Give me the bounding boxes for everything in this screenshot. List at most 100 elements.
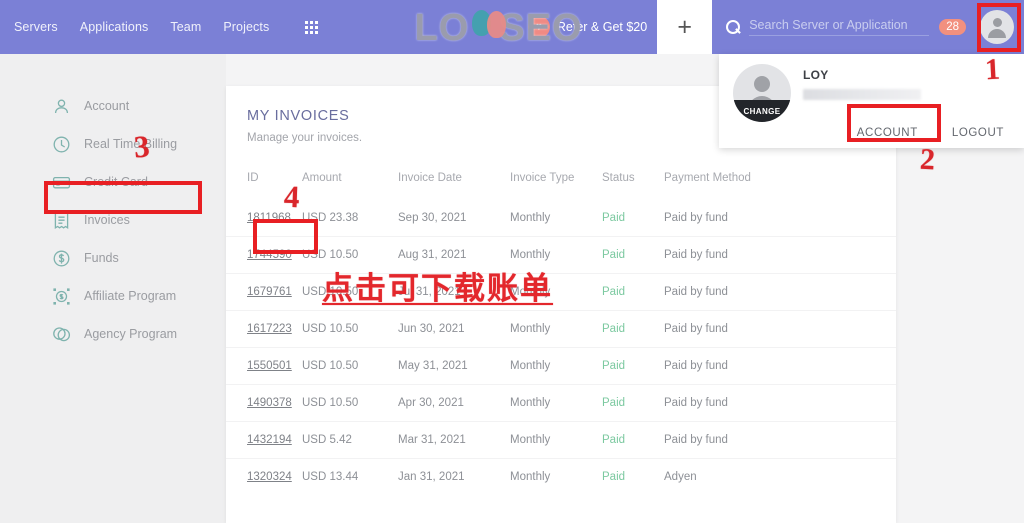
sidebar-item-list: Account Real Time Billing Credit Card In… <box>0 54 226 353</box>
logo-text-left: LO <box>414 6 470 49</box>
nav-item-applications[interactable]: Applications <box>80 20 149 34</box>
sidebar-label-affiliate-program: Affiliate Program <box>84 289 177 303</box>
invoice-payment-method: Paid by fund <box>664 384 896 422</box>
balloon-pink-icon <box>487 11 506 38</box>
column-header-status[interactable]: Status <box>602 172 664 200</box>
logout-button[interactable]: LOGOUT <box>944 122 1012 144</box>
table-row: 1617223 USD 10.50 Jun 30, 2021 Monthly Paid P… <box>226 310 896 348</box>
invoices-table-head: ID Amount Invoice Date Invoice Type Stat… <box>226 172 896 200</box>
invoice-amount: USD 10.50 <box>302 347 398 385</box>
sidebar-item-funds[interactable]: Funds <box>0 239 226 277</box>
invoice-date: Jan 31, 2021 <box>398 458 510 495</box>
sidebar-label-funds: Funds <box>84 251 119 265</box>
notification-count-badge[interactable]: 28 <box>939 19 966 35</box>
app-root: Servers Applications Team Projects Refer… <box>0 0 1024 523</box>
add-new-button[interactable]: + <box>657 0 713 54</box>
invoice-id-link[interactable]: 1320324 <box>247 471 292 483</box>
status-badge: Paid <box>602 212 626 224</box>
sidebar-item-account[interactable]: Account <box>0 87 226 125</box>
nav-item-servers[interactable]: Servers <box>14 20 58 34</box>
sidebar-label-agency-program: Agency Program <box>84 327 178 341</box>
invoice-type: Monthly <box>510 347 602 385</box>
invoice-date: Mar 31, 2021 <box>398 421 510 459</box>
invoice-type: Monthly <box>510 458 602 495</box>
invoice-date: Jul 31, 2021 <box>398 273 510 311</box>
sidebar-label-real-time-billing: Real Time Billing <box>84 137 178 151</box>
search-icon <box>726 19 741 35</box>
balloon-teal-icon <box>472 10 491 36</box>
invoice-date: May 31, 2021 <box>398 347 510 385</box>
avatar-head-icon <box>754 76 770 92</box>
sidebar-item-credit-card[interactable]: Credit Card <box>0 163 226 201</box>
dollar-coin-icon <box>52 249 71 268</box>
nav-item-projects[interactable]: Projects <box>223 20 269 34</box>
invoice-amount: USD 10.50 <box>302 236 398 274</box>
invoice-id-link[interactable]: 1490378 <box>247 397 292 409</box>
invoice-id-link[interactable]: 1550501 <box>247 360 292 372</box>
invoice-type: Monthly <box>510 273 602 311</box>
invoice-id-link[interactable]: 1811968 <box>247 212 291 224</box>
invoice-id-link[interactable]: 1679761 <box>247 286 292 298</box>
sidebar-item-real-time-billing[interactable]: Real Time Billing <box>0 125 226 163</box>
table-row: 1811968 USD 23.38 Sep 30, 2021 Monthly Paid P… <box>226 200 896 237</box>
change-avatar-label[interactable]: CHANGE <box>733 100 791 122</box>
heart-icon <box>527 16 550 38</box>
invoice-amount: USD 10.50 <box>302 273 398 311</box>
sidebar-item-agency-program[interactable]: Agency Program <box>0 315 226 353</box>
dropdown-user-email-masked <box>803 89 921 100</box>
column-header-invoice-type[interactable]: Invoice Type <box>510 172 602 200</box>
column-header-amount[interactable]: Amount <box>302 172 398 200</box>
invoice-id-link[interactable]: 1432194 <box>247 434 292 446</box>
invoice-type: Monthly <box>510 212 551 224</box>
invoice-payment-method: Paid by fund <box>664 347 896 385</box>
primary-nav: Servers Applications Team Projects <box>14 20 319 34</box>
user-avatar-icon <box>980 10 1014 44</box>
column-header-invoice-date[interactable]: Invoice Date <box>398 172 510 200</box>
column-header-id[interactable]: ID <box>226 172 302 200</box>
invoice-payment-method: Paid by fund <box>664 212 728 224</box>
invoice-date: Jun 30, 2021 <box>398 310 510 348</box>
refer-and-get-button[interactable]: Refer & Get $20 <box>527 16 647 38</box>
invoice-type: Monthly <box>510 236 602 274</box>
sidebar-label-account: Account <box>84 99 130 113</box>
status-badge: Paid <box>602 286 626 298</box>
account-dropdown-panel: CHANGE LOY ACCOUNT LOGOUT <box>719 54 1024 148</box>
invoices-table-body: 1811968 USD 23.38 Sep 30, 2021 Monthly Paid P… <box>226 200 896 495</box>
invoice-receipt-icon <box>52 211 71 230</box>
dropdown-user-info: LOY <box>803 64 921 100</box>
user-avatar-button[interactable] <box>980 10 1014 44</box>
invoice-amount: USD 23.38 <box>302 212 359 224</box>
account-button[interactable]: ACCOUNT <box>849 122 926 144</box>
dropdown-avatar[interactable]: CHANGE <box>733 64 791 122</box>
status-badge: Paid <box>602 323 626 335</box>
table-row: 1320324 USD 13.44 Jan 31, 2021 Monthly Paid A… <box>226 458 896 495</box>
sidebar-item-affiliate-program[interactable]: Affiliate Program <box>0 277 226 315</box>
dropdown-actions: ACCOUNT LOGOUT <box>719 122 1024 158</box>
invoice-amount: USD 13.44 <box>302 458 398 495</box>
invoice-date: Sep 30, 2021 <box>398 212 467 224</box>
apps-grid-icon[interactable] <box>305 20 319 34</box>
invoice-payment-method: Paid by fund <box>664 421 896 459</box>
invoice-amount: USD 5.42 <box>302 421 398 459</box>
column-header-payment-method[interactable]: Payment Method <box>664 172 896 200</box>
status-badge: Paid <box>602 249 626 261</box>
invoice-amount: USD 10.50 <box>302 384 398 422</box>
sidebar-label-invoices: Invoices <box>84 213 130 227</box>
status-badge: Paid <box>602 434 626 446</box>
table-header-row: ID Amount Invoice Date Invoice Type Stat… <box>226 172 896 200</box>
table-row: 1679761 USD 10.50 Jul 31, 2021 Monthly Paid P… <box>226 273 896 311</box>
invoice-id-link[interactable]: 1617223 <box>247 323 292 335</box>
dropdown-user-name: LOY <box>803 68 829 82</box>
nav-item-team[interactable]: Team <box>170 20 201 34</box>
clock-icon <box>52 135 71 154</box>
invoice-date: Aug 31, 2021 <box>398 236 510 274</box>
invoice-amount: USD 10.50 <box>302 310 398 348</box>
invoice-id-link[interactable]: 1744590 <box>247 249 292 261</box>
table-row: 1550501 USD 10.50 May 31, 2021 Monthly Paid P… <box>226 347 896 385</box>
table-row: 1432194 USD 5.42 Mar 31, 2021 Monthly Paid Pa… <box>226 421 896 459</box>
sidebar-item-invoices[interactable]: Invoices <box>0 201 226 239</box>
invoice-type: Monthly <box>510 421 602 459</box>
invoice-date: Apr 30, 2021 <box>398 384 510 422</box>
invoice-payment-method: Paid by fund <box>664 310 896 348</box>
search-input[interactable] <box>749 18 930 36</box>
